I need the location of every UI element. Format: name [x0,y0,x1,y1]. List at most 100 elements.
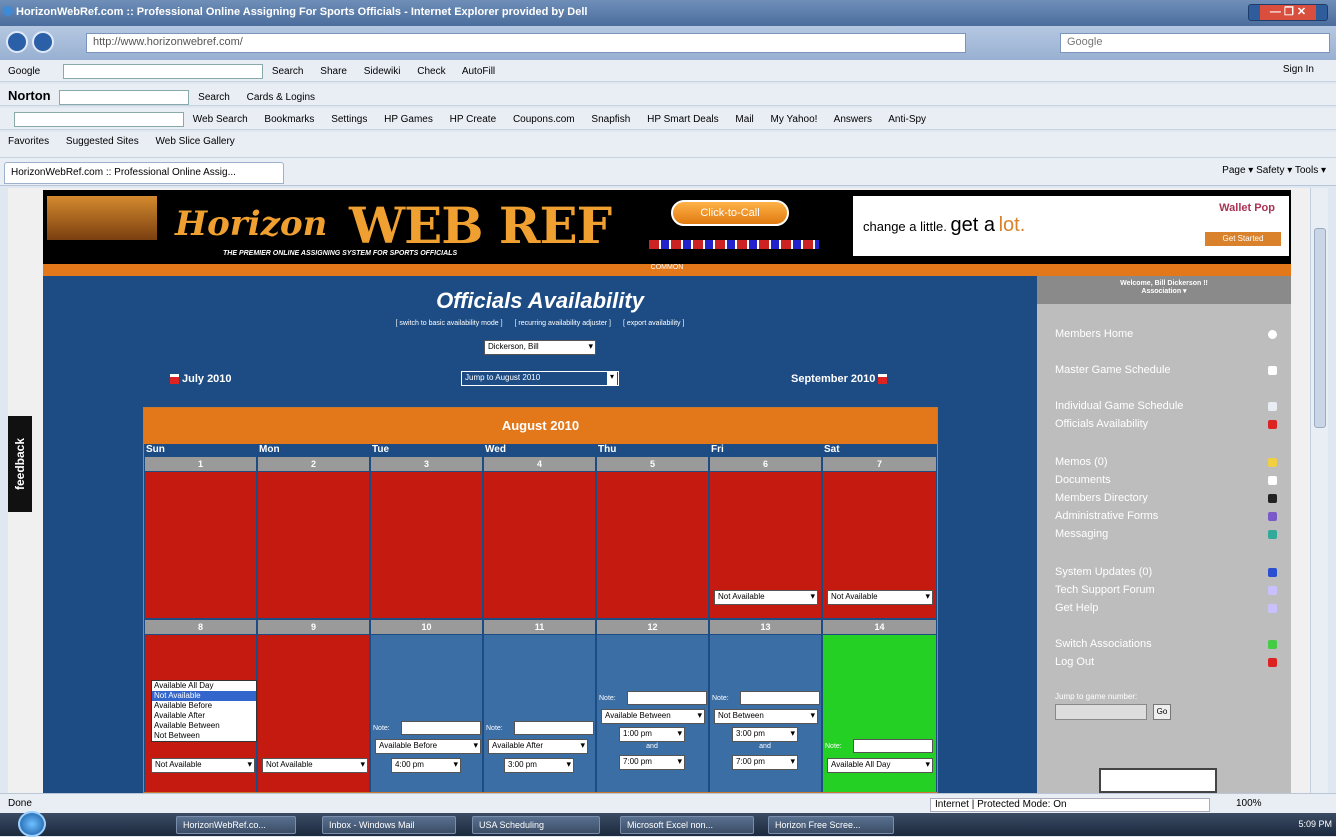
calendar-cell[interactable] [484,472,595,618]
calendar-cell[interactable]: Note: Available All Day [823,635,936,792]
taskbar-item[interactable]: HorizonWebRef.co... [176,816,296,834]
availability-select[interactable]: Available Between [601,709,705,724]
calendar-cell[interactable]: Note: Not Between 3:00 pm and 7:00 pm [710,635,821,792]
availability-select[interactable]: Not Available [151,758,255,773]
click-to-call-button[interactable]: Click-to-Call [671,200,789,226]
zoom-level[interactable]: 100% [1236,798,1262,809]
hp-smart-deals[interactable]: HP Smart Deals [647,114,719,125]
dropdown-option[interactable]: Available Before [152,701,256,711]
menu-individual-schedule[interactable]: Individual Game Schedule [1055,400,1183,412]
taskbar-item[interactable]: USA Scheduling [472,816,600,834]
calendar-cell[interactable]: Note: Available After 3:00 pm [484,635,595,792]
back-arrow-icon[interactable] [6,31,28,53]
prev-month-label[interactable]: July 2010 [182,373,232,385]
system-tray-clock[interactable]: 5:09 PM [1172,816,1332,834]
google-search-input[interactable] [63,64,264,79]
menu-memos[interactable]: Memos (0) [1055,456,1108,468]
time-select[interactable]: 1:00 pm [619,727,685,742]
availability-select[interactable]: Not Available [714,590,818,605]
calendar-cell[interactable]: Note: Available Before 4:00 pm [371,635,482,792]
window-controls-label[interactable]: — ❐ ✕ [1259,5,1317,20]
dropdown-option-selected[interactable]: Not Available [152,691,256,701]
export-availability-link[interactable]: [ export availability ] [623,320,684,327]
calendar-cell[interactable] [597,472,708,618]
association-select[interactable]: Association ▾ [1037,287,1291,295]
menu-switch-associations[interactable]: Switch Associations [1055,638,1152,650]
coupons-link[interactable]: Coupons.com [513,114,575,125]
yahoo-settings[interactable]: Settings [331,114,367,125]
ad-get-started-button[interactable]: Get Started [1205,232,1281,246]
availability-select[interactable]: Available Before [375,739,481,754]
availability-select[interactable]: Not Available [262,758,368,773]
dropdown-option[interactable]: Not Between [152,731,256,741]
address-bar[interactable]: http://www.horizonwebref.com/ [86,33,966,53]
time-select[interactable]: 7:00 pm [619,755,685,770]
anti-spy[interactable]: Anti-Spy [888,114,926,125]
calendar-cell[interactable] [258,472,369,618]
note-input[interactable] [627,691,707,705]
basic-mode-link[interactable]: [ switch to basic availability mode ] [396,320,503,327]
next-month-label[interactable]: September 2010 [791,373,875,385]
menu-members-directory[interactable]: Members Directory [1055,492,1148,504]
availability-select[interactable]: Not Available [827,590,933,605]
calendar-cell[interactable] [145,472,256,618]
my-yahoo[interactable]: My Yahoo! [771,114,818,125]
hp-create[interactable]: HP Create [450,114,497,125]
norton-search-input[interactable] [59,89,190,105]
back-forward-buttons[interactable] [6,31,60,53]
yahoo-search-input[interactable] [14,112,184,127]
dropdown-option[interactable]: Available All Day [152,681,256,691]
calendar-cell[interactable]: Available All Day Not Available Availabl… [145,635,257,792]
note-input[interactable] [401,721,481,735]
yahoo-mail[interactable]: Mail [735,114,753,125]
taskbar-item[interactable]: Microsoft Excel non... [620,816,754,834]
web-slice-gallery[interactable]: Web Slice Gallery [156,136,235,147]
favorites-button[interactable]: Favorites [8,136,49,147]
google-share-button[interactable]: Share [320,66,347,77]
window-controls[interactable]: — ❐ ✕ [1248,4,1328,21]
scrollbar-thumb[interactable] [1314,228,1326,428]
calendar-cell[interactable]: Not Available [710,472,821,618]
availability-select[interactable]: Available All Day [827,758,933,773]
menu-members-home[interactable]: Members Home [1055,328,1133,340]
google-signin-link[interactable]: Sign In [1283,64,1314,75]
yahoo-answers[interactable]: Answers [834,114,872,125]
jump-month-select[interactable]: Jump to August 2010 [461,371,619,386]
feedback-tab[interactable]: feedback [8,416,32,512]
suggested-sites[interactable]: Suggested Sites [66,136,139,147]
calendar-cell[interactable] [371,472,482,618]
availability-dropdown-open[interactable]: Available All Day Not Available Availabl… [151,680,257,742]
go-button[interactable]: Go [1153,704,1171,720]
note-input[interactable] [853,739,933,753]
availability-select[interactable]: Not Between [714,709,818,724]
google-check-button[interactable]: Check [417,66,445,77]
norton-cards-button[interactable]: Cards & Logins [247,92,315,103]
game-number-input[interactable] [1055,704,1147,720]
command-bar[interactable]: Page ▾ Safety ▾ Tools ▾ [1222,165,1326,176]
browser-tab[interactable]: HorizonWebRef.com :: Professional Online… [4,162,284,184]
menu-messaging[interactable]: Messaging [1055,528,1108,540]
menu-system-updates[interactable]: System Updates (0) [1055,566,1152,578]
language-flags[interactable] [649,240,819,249]
snapfish-link[interactable]: Snapfish [591,114,630,125]
search-input[interactable]: Google [1060,33,1330,53]
google-search-button[interactable]: Search [272,66,304,77]
prev-month-link[interactable]: July 2010 [167,373,232,385]
time-select[interactable]: 3:00 pm [504,758,574,773]
yahoo-bookmarks[interactable]: Bookmarks [264,114,314,125]
calendar-cell[interactable]: Note: Available Between 1:00 pm and 7:00… [597,635,708,792]
menu-master-schedule[interactable]: Master Game Schedule [1055,364,1171,376]
time-select[interactable]: 4:00 pm [391,758,461,773]
official-select[interactable]: Dickerson, Bill [484,340,596,355]
norton-search-button[interactable]: Search [198,92,230,103]
menu-get-help[interactable]: Get Help [1055,602,1098,614]
start-button-icon[interactable] [18,811,46,837]
feedback-label[interactable]: feedback [13,438,27,490]
recurring-adjuster-link[interactable]: [ recurring availability adjuster ] [515,320,612,327]
yahoo-web-search[interactable]: Web Search [193,114,248,125]
taskbar-item[interactable]: Inbox - Windows Mail [322,816,456,834]
time-select[interactable]: 7:00 pm [732,755,798,770]
vertical-scrollbar[interactable] [1310,188,1328,793]
taskbar-item[interactable]: Horizon Free Scree... [768,816,894,834]
google-sidewiki-button[interactable]: Sidewiki [364,66,401,77]
